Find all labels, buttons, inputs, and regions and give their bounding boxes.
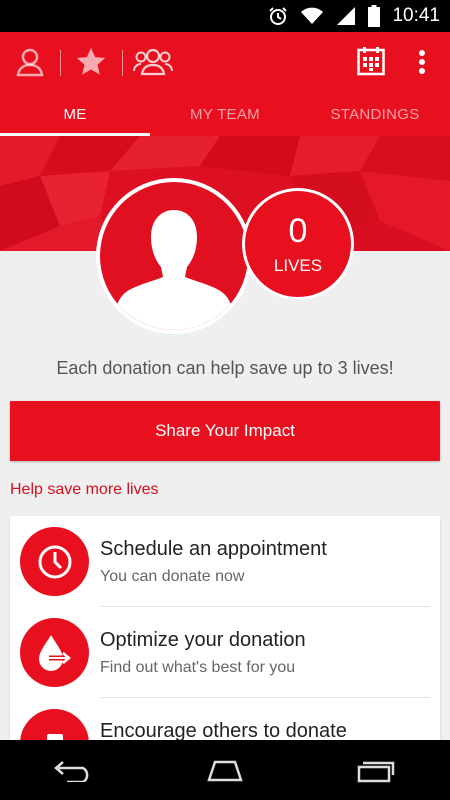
lives-count: 0 [288, 212, 308, 250]
person-silhouette-icon [114, 210, 234, 330]
blood-drop-icon [20, 618, 89, 687]
team-icon[interactable] [132, 44, 174, 80]
lives-label: LIVES [273, 256, 323, 275]
divider [122, 50, 123, 76]
calendar-icon[interactable] [354, 44, 388, 78]
profile-icon[interactable] [12, 44, 48, 80]
avatar[interactable] [96, 178, 252, 334]
clock-time: 10:41 [392, 5, 440, 26]
battery-icon [368, 5, 381, 27]
tab-me[interactable]: ME [0, 92, 150, 136]
action-subtitle: Find out what's best for you [100, 659, 296, 676]
section-title: Help save more lives [10, 481, 159, 498]
wifi-icon [300, 6, 324, 26]
tab-standings[interactable]: STANDINGS [300, 92, 450, 136]
share-impact-button[interactable]: Share Your Impact [10, 401, 440, 461]
signal-icon [336, 6, 356, 26]
action-subtitle: You can donate now [100, 568, 245, 585]
back-icon[interactable] [35, 750, 115, 790]
tab-bar: ME MY TEAM STANDINGS [0, 92, 450, 136]
tab-my-team[interactable]: MY TEAM [150, 92, 300, 136]
divider [60, 50, 61, 76]
action-optimize-donation[interactable]: Optimize your donation Find out what's b… [10, 607, 440, 698]
home-icon[interactable] [185, 750, 265, 790]
tagline: Each donation can help save up to 3 live… [56, 358, 394, 378]
action-schedule-appointment[interactable]: Schedule an appointment You can donate n… [10, 516, 440, 607]
clock-icon [20, 527, 89, 596]
action-title: Schedule an appointment [100, 538, 327, 560]
status-bar: 10:41 [0, 0, 450, 32]
app-bar: ME MY TEAM STANDINGS [0, 32, 450, 136]
alarm-icon [268, 6, 288, 26]
action-title: Optimize your donation [100, 629, 306, 651]
actions-card: Schedule an appointment You can donate n… [10, 516, 440, 756]
recents-icon[interactable] [335, 750, 415, 790]
overflow-menu-icon[interactable] [410, 44, 434, 80]
star-icon[interactable] [72, 44, 110, 80]
lives-badge: 0 LIVES [242, 188, 354, 300]
system-nav-bar [0, 740, 450, 800]
